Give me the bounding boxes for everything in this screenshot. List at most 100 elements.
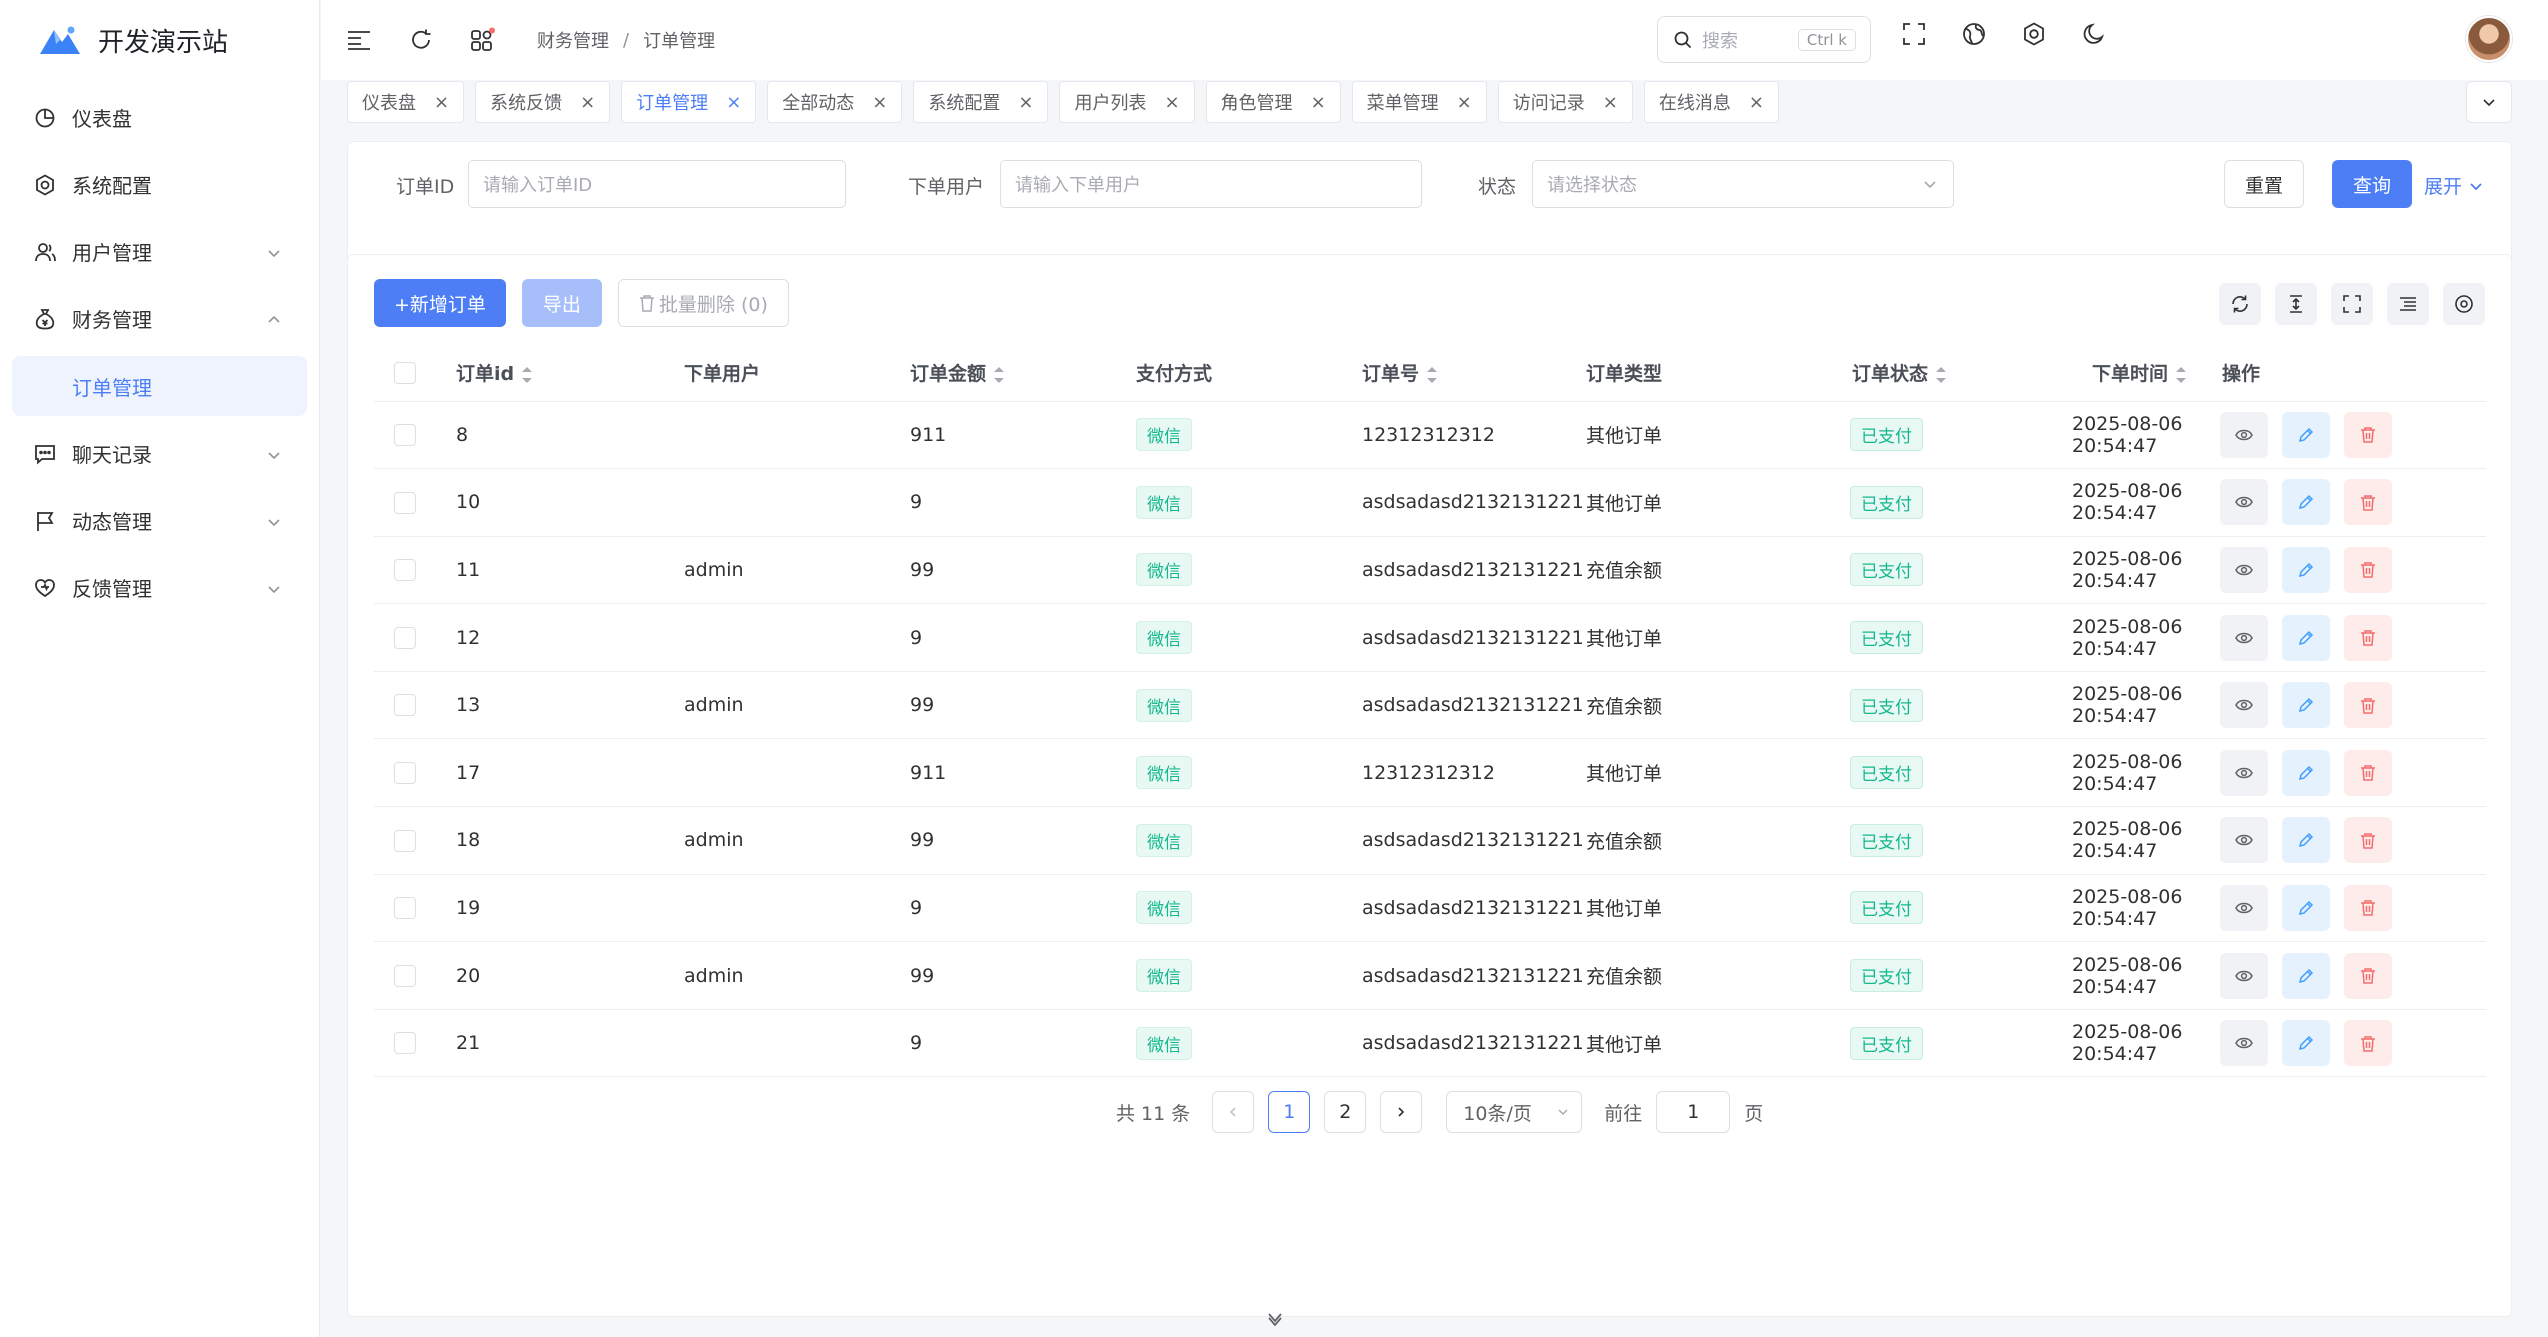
close-icon[interactable]: ×	[434, 92, 449, 113]
page-1-button[interactable]: 1	[1268, 1091, 1311, 1133]
logo[interactable]: 开发演示站	[0, 0, 319, 80]
page-2-button[interactable]: 2	[1324, 1091, 1367, 1133]
edit-button[interactable]	[2282, 614, 2330, 661]
add-order-button[interactable]: +新增订单	[374, 279, 506, 327]
close-icon[interactable]: ×	[872, 92, 887, 113]
edit-button[interactable]	[2282, 479, 2330, 526]
edit-button[interactable]	[2282, 884, 2330, 931]
table-row[interactable]: 12 9 微信 asdsadasd2132131221 其他订单 已支付 2025-08-0…	[374, 603, 2486, 672]
column-settings-icon[interactable]	[2387, 283, 2429, 325]
row-checkbox[interactable]	[394, 491, 416, 514]
delete-button[interactable]	[2344, 952, 2392, 999]
row-checkbox[interactable]	[394, 559, 416, 582]
tab-dashboard[interactable]: 仪表盘 ×	[347, 81, 465, 123]
tab-system-feedback[interactable]: 系统反馈 ×	[475, 81, 611, 123]
row-checkbox[interactable]	[394, 829, 416, 852]
delete-button[interactable]	[2344, 817, 2392, 864]
view-button[interactable]	[2220, 546, 2268, 593]
delete-button[interactable]	[2344, 546, 2392, 593]
col-order-no[interactable]: 订单号	[1362, 345, 1586, 402]
tab-system-config[interactable]: 系统配置 ×	[913, 81, 1049, 123]
col-order-id[interactable]: 订单id	[456, 345, 684, 402]
sort-icon[interactable]	[522, 366, 533, 384]
reset-button[interactable]: 重置	[2224, 160, 2304, 208]
row-checkbox[interactable]	[394, 626, 416, 649]
close-icon[interactable]: ×	[1311, 92, 1326, 113]
page-size-select[interactable]: 10条/页	[1446, 1091, 1583, 1133]
edit-button[interactable]	[2282, 546, 2330, 593]
tabs-dropdown-button[interactable]	[2466, 81, 2512, 123]
next-page-button[interactable]	[1380, 1091, 1423, 1133]
export-button[interactable]: 导出	[521, 279, 602, 327]
delete-button[interactable]	[2344, 884, 2392, 931]
table-row[interactable]: 19 9 微信 asdsadasd2132131221 其他订单 已支付 2025-08-0…	[374, 874, 2486, 943]
table-row[interactable]: 10 9 微信 asdsadasd2132131221 其他订单 已支付 2025-08-0…	[374, 468, 2486, 537]
row-density-icon[interactable]	[2275, 283, 2317, 325]
row-checkbox[interactable]	[394, 1032, 416, 1055]
tab-visit-log[interactable]: 访问记录 ×	[1497, 81, 1633, 123]
breadcrumb-item-finance[interactable]: 财务管理	[537, 27, 609, 53]
tab-all-moments[interactable]: 全部动态 ×	[767, 81, 903, 123]
table-row[interactable]: 13 admin 99 微信 asdsadasd2132131221 充值余额 已支付 202…	[374, 671, 2486, 740]
sort-icon[interactable]	[1936, 366, 1947, 384]
col-time[interactable]: 下单时间	[2038, 345, 2220, 402]
prev-page-button[interactable]	[1212, 1091, 1255, 1133]
sidebar-item-finance[interactable]: 财务管理	[0, 285, 319, 352]
sidebar-item-system-config[interactable]: 系统配置	[0, 151, 319, 218]
delete-button[interactable]	[2344, 614, 2392, 661]
row-checkbox[interactable]	[394, 762, 416, 785]
table-row[interactable]: 17 911 微信 12312312312 其他订单 已支付 2025-08-06 20:5…	[374, 738, 2486, 808]
col-status[interactable]: 订单状态	[1810, 345, 2038, 402]
view-button[interactable]	[2220, 614, 2268, 661]
sidebar-item-moments[interactable]: 动态管理	[0, 487, 319, 554]
table-row[interactable]: 11 admin 99 微信 asdsadasd2132131221 充值余额 已支付 202…	[374, 536, 2486, 605]
col-amount[interactable]: 订单金额	[910, 345, 1136, 402]
user-avatar[interactable]	[2466, 16, 2512, 62]
view-button[interactable]	[2220, 749, 2268, 796]
view-button[interactable]	[2220, 479, 2268, 526]
expand-toggle[interactable]: 展开	[2424, 172, 2484, 199]
table-settings-icon[interactable]	[2443, 283, 2485, 325]
table-refresh-icon[interactable]	[2219, 283, 2261, 325]
sidebar-item-dashboard[interactable]: 仪表盘	[0, 84, 319, 151]
table-row[interactable]: 8 911 微信 12312312312 其他订单 已支付 2025-08-06 20:54…	[374, 401, 2486, 470]
sort-icon[interactable]	[1427, 366, 1438, 384]
sidebar-item-chat[interactable]: 聊天记录	[0, 420, 319, 487]
batch-delete-button[interactable]: 批量删除 (0)	[617, 279, 789, 327]
fullscreen-icon[interactable]	[1900, 20, 1928, 48]
sort-icon[interactable]	[994, 366, 1005, 384]
query-button[interactable]: 查询	[2332, 160, 2412, 208]
select-all-checkbox[interactable]	[394, 362, 416, 384]
edit-button[interactable]	[2282, 817, 2330, 864]
row-checkbox[interactable]	[394, 694, 416, 717]
row-checkbox[interactable]	[394, 424, 416, 447]
dark-mode-moon-icon[interactable]	[2080, 20, 2108, 48]
view-button[interactable]	[2220, 952, 2268, 999]
menu-fold-icon[interactable]	[345, 26, 373, 54]
table-row[interactable]: 21 9 微信 asdsadasd2132131221 其他订单 已支付 2025-08-0…	[374, 1009, 2486, 1078]
delete-button[interactable]	[2344, 479, 2392, 526]
view-button[interactable]	[2220, 817, 2268, 864]
table-row[interactable]: 18 admin 99 微信 asdsadasd2132131221 充值余额 已支付 202…	[374, 806, 2486, 875]
tab-roles[interactable]: 角色管理 ×	[1205, 81, 1341, 123]
refresh-icon[interactable]	[407, 26, 435, 54]
tab-orders[interactable]: 订单管理 ×	[621, 81, 757, 123]
delete-button[interactable]	[2344, 1020, 2392, 1067]
sidebar-item-feedback[interactable]: 反馈管理	[0, 554, 319, 621]
delete-button[interactable]	[2344, 411, 2392, 458]
goto-page-input[interactable]: 1	[1656, 1091, 1731, 1133]
view-button[interactable]	[2220, 682, 2268, 729]
row-checkbox[interactable]	[394, 897, 416, 920]
sidebar-item-orders[interactable]: 订单管理	[12, 356, 307, 416]
global-search-input[interactable]: 搜索 Ctrl k	[1657, 16, 1871, 63]
close-icon[interactable]: ×	[1018, 92, 1033, 113]
close-icon[interactable]: ×	[1164, 92, 1179, 113]
edit-button[interactable]	[2282, 411, 2330, 458]
view-button[interactable]	[2220, 411, 2268, 458]
close-icon[interactable]: ×	[580, 92, 595, 113]
sidebar-item-users[interactable]: 用户管理	[0, 218, 319, 285]
edit-button[interactable]	[2282, 952, 2330, 999]
status-select[interactable]: 请选择状态	[1532, 160, 1954, 208]
sort-icon[interactable]	[2176, 366, 2187, 384]
tab-online-messages[interactable]: 在线消息 ×	[1643, 81, 1779, 123]
